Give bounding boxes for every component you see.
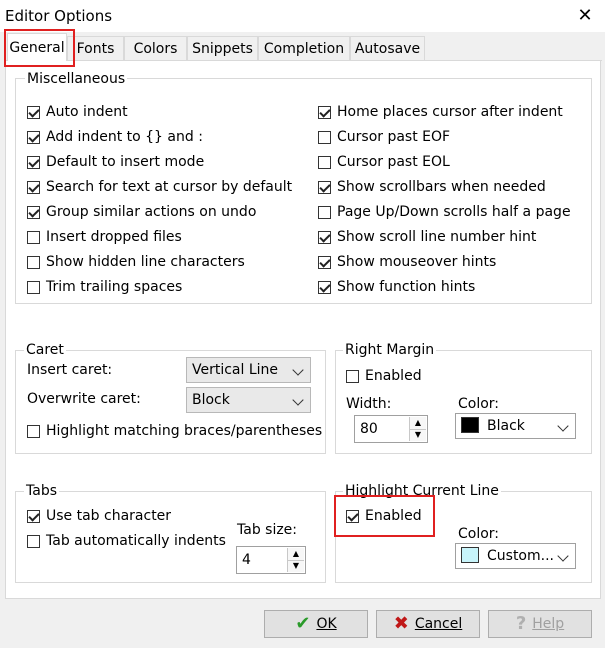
color-swatch [461, 547, 479, 563]
overwrite-caret-label: Overwrite caret: [27, 391, 141, 407]
insert-caret-label: Insert caret: [27, 362, 113, 378]
highlight-line-enabled-checkbox[interactable]: Enabled [346, 506, 422, 526]
width-spinner[interactable]: 80 ▲ ▼ [354, 415, 428, 443]
tab-completion[interactable]: Completion [258, 36, 350, 60]
tabs-label: Tabs [24, 483, 59, 499]
chevron-down-icon [557, 550, 569, 562]
use-tab-character-checkbox[interactable]: Use tab character [27, 506, 171, 526]
help-icon: ? [515, 613, 527, 634]
add-indent-checkbox[interactable]: Add indent to {} and : [27, 127, 203, 147]
tab-autosave[interactable]: Autosave [350, 36, 425, 60]
caret-label: Caret [24, 342, 66, 358]
close-icon[interactable]: ✕ [572, 4, 598, 28]
right-margin-color-label: Color: [458, 396, 500, 412]
cross-icon: ✖ [393, 613, 409, 634]
page-up-down-half-checkbox[interactable]: Page Up/Down scrolls half a page [318, 202, 571, 222]
right-margin-enabled-checkbox[interactable]: Enabled [346, 366, 422, 386]
show-hidden-line-chars-checkbox[interactable]: Show hidden line characters [27, 252, 245, 272]
tab-size-label: Tab size: [237, 522, 298, 538]
spin-down-icon[interactable]: ▼ [410, 429, 426, 441]
cursor-past-eof-checkbox[interactable]: Cursor past EOF [318, 127, 450, 147]
tab-snippets[interactable]: Snippets [187, 36, 258, 60]
tab-auto-indents-checkbox[interactable]: Tab automatically indents [27, 531, 226, 551]
right-margin-label: Right Margin [343, 342, 437, 358]
width-label: Width: [346, 396, 392, 412]
mouseover-hints-checkbox[interactable]: Show mouseover hints [318, 252, 496, 272]
group-similar-undo-checkbox[interactable]: Group similar actions on undo [27, 202, 256, 222]
tab-fonts[interactable]: Fonts [67, 36, 124, 60]
highlight-current-line-label: Highlight Current Line [343, 483, 501, 499]
chevron-down-icon [557, 420, 569, 432]
check-icon: ✔ [295, 613, 311, 634]
highlight-braces-checkbox[interactable]: Highlight matching braces/parentheses [27, 421, 322, 441]
right-margin-color-select[interactable]: Black [455, 413, 576, 439]
ok-button[interactable]: ✔ OK [264, 610, 368, 638]
spin-down-icon[interactable]: ▼ [288, 560, 304, 572]
tab-size-spinner[interactable]: 4 ▲ ▼ [236, 546, 306, 574]
highlight-color-select[interactable]: Custom... [455, 543, 576, 569]
help-button[interactable]: ? Help [488, 610, 592, 638]
search-text-at-cursor-checkbox[interactable]: Search for text at cursor by default [27, 177, 292, 197]
function-hints-checkbox[interactable]: Show function hints [318, 277, 475, 297]
tab-colors[interactable]: Colors [124, 36, 187, 60]
scroll-line-number-hint-checkbox[interactable]: Show scroll line number hint [318, 227, 536, 247]
trim-trailing-spaces-checkbox[interactable]: Trim trailing spaces [27, 277, 182, 297]
chevron-down-icon [292, 364, 304, 376]
color-swatch [461, 417, 479, 433]
auto-indent-checkbox[interactable]: Auto indent [27, 102, 128, 122]
chevron-down-icon [292, 394, 304, 406]
window-title: Editor Options [5, 7, 113, 25]
insert-caret-select[interactable]: Vertical Line [186, 357, 311, 383]
cursor-past-eol-checkbox[interactable]: Cursor past EOL [318, 152, 450, 172]
miscellaneous-label: Miscellaneous [25, 71, 128, 87]
default-insert-mode-checkbox[interactable]: Default to insert mode [27, 152, 204, 172]
cancel-button[interactable]: ✖ Cancel [376, 610, 480, 638]
insert-dropped-files-checkbox[interactable]: Insert dropped files [27, 227, 182, 247]
overwrite-caret-select[interactable]: Block [186, 387, 311, 413]
highlight-color-label: Color: [458, 526, 500, 542]
home-places-cursor-checkbox[interactable]: Home places cursor after indent [318, 102, 563, 122]
show-scrollbars-checkbox[interactable]: Show scrollbars when needed [318, 177, 546, 197]
tab-general[interactable]: General [7, 33, 67, 61]
